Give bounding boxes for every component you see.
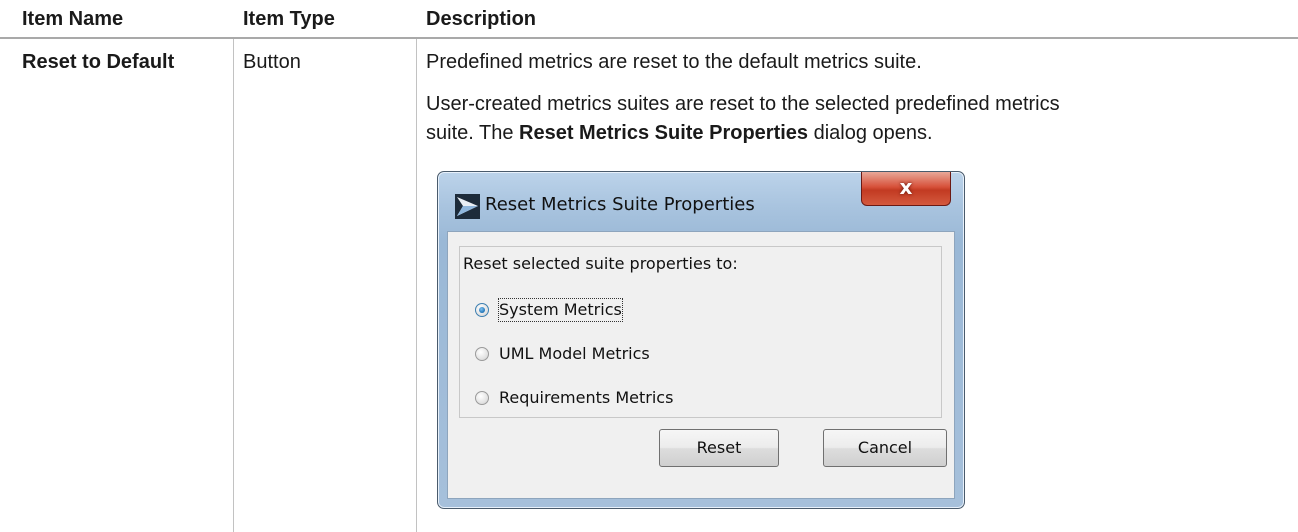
row-item-name: Reset to Default	[22, 51, 175, 73]
row-description-line: suite. The Reset Metrics Suite Propertie…	[426, 119, 933, 148]
header-divider	[0, 37, 1298, 39]
row-item-type: Button	[243, 51, 301, 73]
group-label: Reset selected suite properties to:	[463, 254, 738, 273]
reset-metrics-dialog: Reset Metrics Suite Properties x Reset s…	[437, 171, 965, 509]
cancel-button[interactable]: Cancel	[823, 429, 947, 467]
radio-unselected-icon[interactable]	[475, 347, 489, 361]
description-text: suite. The	[426, 122, 520, 144]
radio-unselected-icon[interactable]	[475, 391, 489, 405]
close-button[interactable]: x	[861, 172, 951, 206]
row-description-line: Predefined metrics are reset to the defa…	[426, 51, 922, 73]
radio-label[interactable]: UML Model Metrics	[499, 343, 650, 365]
header-item-name: Item Name	[22, 8, 124, 30]
magicdraw-app-icon	[455, 194, 480, 219]
dialog-title: Reset Metrics Suite Properties	[485, 194, 755, 215]
radio-label[interactable]: Requirements Metrics	[499, 387, 673, 409]
header-item-type: Item Type	[243, 8, 335, 30]
radio-label[interactable]: System Metrics	[498, 298, 623, 322]
reset-button[interactable]: Reset	[659, 429, 779, 467]
header-description: Description	[426, 8, 537, 30]
column-divider	[416, 39, 417, 532]
dialog-name-reference: Reset Metrics Suite Properties	[519, 122, 809, 144]
radio-selected-icon[interactable]	[475, 303, 489, 317]
documentation-table: Item Name Item Type Description Reset to…	[0, 0, 1298, 532]
description-text: dialog opens.	[808, 122, 933, 144]
dialog-content: Reset selected suite properties to: Syst…	[447, 231, 955, 499]
column-divider	[233, 39, 234, 532]
row-description-line: User-created metrics suites are reset to…	[426, 93, 1060, 115]
